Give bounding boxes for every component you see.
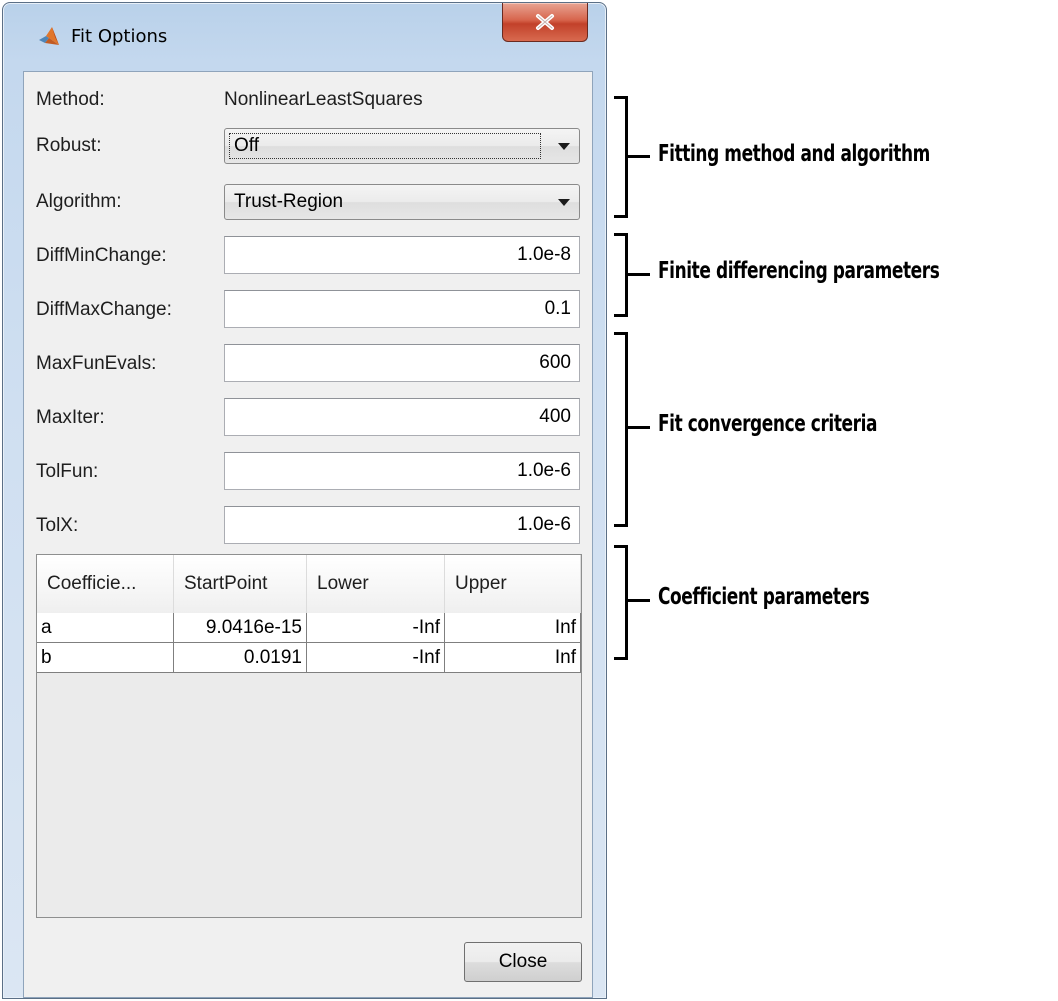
algorithm-selected-value: Trust-Region — [234, 191, 344, 212]
coefficient-name-cell: a — [37, 613, 174, 643]
diff-max-change-label: DiffMaxChange: — [36, 299, 172, 320]
fit-options-panel: Method: NonlinearLeastSquares Robust: Of… — [23, 71, 593, 998]
tol-x-label: TolX: — [36, 515, 79, 536]
window-title: Fit Options — [71, 26, 168, 47]
close-button[interactable]: Close — [464, 942, 582, 982]
robust-label: Robust: — [36, 135, 102, 156]
max-iter-field[interactable] — [224, 398, 580, 436]
max-iter-label: MaxIter: — [36, 407, 105, 428]
window-close-button[interactable] — [502, 3, 588, 42]
column-header-lower[interactable]: Lower — [307, 555, 445, 613]
convergence-bracket — [614, 332, 628, 527]
tol-fun-field[interactable] — [224, 452, 580, 490]
title-bar[interactable]: Fit Options — [3, 3, 606, 71]
algorithm-dropdown[interactable]: Trust-Region — [224, 184, 580, 220]
table-row: b 0.0191 -Inf Inf — [37, 643, 581, 673]
coefficient-name-cell: b — [37, 643, 174, 673]
startpoint-cell[interactable]: 0.0191 — [174, 643, 307, 673]
finite-differencing-annotation: Finite differencing parameters — [658, 258, 940, 284]
diff-min-change-field[interactable] — [224, 236, 580, 274]
close-icon — [536, 14, 554, 30]
matlab-logo-icon — [39, 27, 59, 45]
coefficient-table[interactable]: Coefficie... StartPoint Lower Upper a 9.… — [36, 554, 582, 918]
upper-cell[interactable]: Inf — [445, 613, 581, 643]
upper-cell[interactable]: Inf — [445, 643, 581, 673]
diff-max-change-field[interactable] — [224, 290, 580, 328]
fitting-method-annotation: Fitting method and algorithm — [658, 141, 930, 167]
diff-min-change-label: DiffMinChange: — [36, 245, 167, 266]
tol-fun-input[interactable] — [225, 453, 579, 489]
max-fun-evals-label: MaxFunEvals: — [36, 353, 157, 374]
max-fun-evals-input[interactable] — [225, 345, 579, 381]
focus-rectangle — [229, 133, 541, 159]
fitting-tick — [628, 155, 650, 158]
max-iter-input[interactable] — [225, 399, 579, 435]
finite-bracket — [614, 233, 628, 317]
coefficient-bracket — [614, 545, 628, 660]
diff-max-change-input[interactable] — [225, 291, 579, 327]
coefficient-tick — [628, 599, 650, 602]
convergence-tick — [628, 426, 650, 429]
diff-min-change-input[interactable] — [225, 237, 579, 273]
finite-tick — [628, 273, 650, 276]
robust-dropdown[interactable]: Off — [224, 128, 580, 164]
chevron-down-icon — [558, 143, 570, 150]
method-value: NonlinearLeastSquares — [224, 89, 423, 110]
column-header-coefficient[interactable]: Coefficie... — [37, 555, 174, 613]
lower-cell[interactable]: -Inf — [307, 643, 445, 673]
startpoint-cell[interactable]: 9.0416e-15 — [174, 613, 307, 643]
algorithm-label: Algorithm: — [36, 191, 122, 212]
table-row: a 9.0416e-15 -Inf Inf — [37, 613, 581, 643]
tol-fun-label: TolFun: — [36, 461, 99, 482]
tol-x-input[interactable] — [225, 507, 579, 543]
method-label: Method: — [36, 89, 105, 110]
table-header: Coefficie... StartPoint Lower Upper — [37, 555, 581, 614]
chevron-down-icon — [558, 199, 570, 206]
screenshot: Fit Options Method: NonlinearLeastSquare… — [0, 0, 1058, 1001]
column-header-startpoint[interactable]: StartPoint — [174, 555, 307, 613]
fit-convergence-annotation: Fit convergence criteria — [658, 411, 878, 437]
coefficient-parameters-annotation: Coefficient parameters — [658, 584, 870, 610]
max-fun-evals-field[interactable] — [224, 344, 580, 382]
column-header-upper[interactable]: Upper — [445, 555, 581, 613]
fitting-bracket — [614, 96, 628, 218]
tol-x-field[interactable] — [224, 506, 580, 544]
lower-cell[interactable]: -Inf — [307, 613, 445, 643]
fit-options-window: Fit Options Method: NonlinearLeastSquare… — [2, 2, 607, 999]
